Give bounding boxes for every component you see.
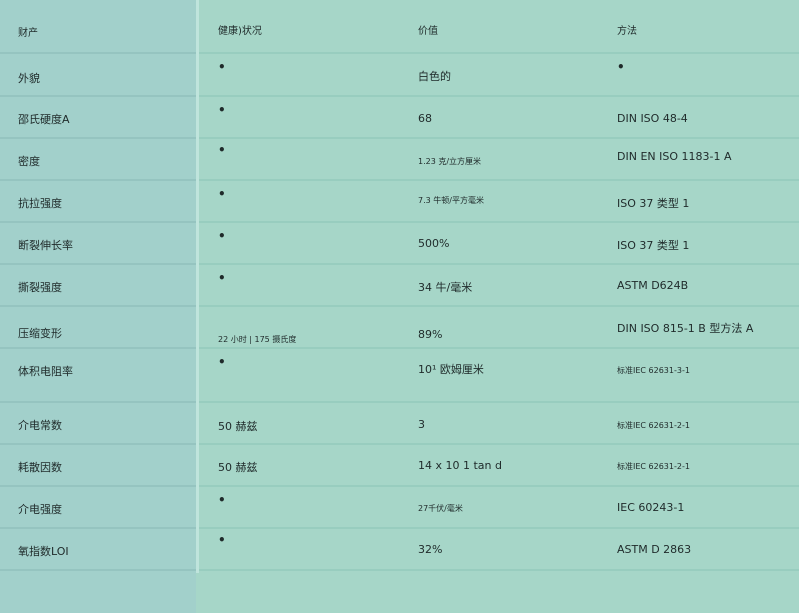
row-label: 断裂伸长率 — [18, 239, 73, 252]
table-row: 邵氏硬度A — [0, 97, 196, 139]
condition-cell: • — [218, 271, 226, 285]
row-label: 压缩变形 — [18, 327, 62, 340]
row-label: 抗拉强度 — [18, 197, 62, 210]
value-cell: 14 x 10 1 tan d — [418, 459, 502, 472]
property-column: 财产 外貌 邵氏硬度A 密度 抗拉强度 断裂伸长率 撕裂强度 压缩变形 体积电阻… — [0, 0, 196, 613]
header-method: 方法 — [617, 26, 637, 37]
condition-cell: • — [218, 103, 226, 117]
table-row: • 27千伏/毫米 IEC 60243-1 — [196, 487, 799, 529]
table-row: 22 小时 | 175 摄氏度 89% DIN ISO 815-1 B 型方法 … — [196, 307, 799, 349]
method-cell: DIN ISO 48-4 — [617, 112, 688, 125]
table-row: • 1.23 克/立方厘米 DIN EN ISO 1183-1 A — [196, 139, 799, 181]
row-label: 介电常数 — [18, 419, 62, 432]
condition-cell: 22 小时 | 175 摄氏度 — [218, 335, 297, 344]
value-cell: 10¹ 欧姆厘米 — [418, 363, 484, 376]
row-label: 耗散因数 — [18, 461, 62, 474]
condition-cell: 50 赫兹 — [218, 420, 258, 433]
table-row: • 10¹ 欧姆厘米 标准IEC 62631-3-1 — [196, 349, 799, 403]
method-cell: ASTM D 2863 — [617, 543, 692, 556]
table-row: • 32% ASTM D 2863 — [196, 529, 799, 571]
method-cell: 标准IEC 62631-2-1 — [617, 462, 690, 471]
header-condition: 健康)状况 — [218, 26, 262, 37]
condition-cell: • — [218, 60, 226, 74]
row-label: 密度 — [18, 155, 40, 168]
method-cell: DIN EN ISO 1183-1 A — [617, 150, 732, 163]
header-property: 财产 — [18, 28, 38, 39]
condition-cell: • — [218, 187, 226, 201]
method-cell: IEC 60243-1 — [617, 501, 685, 514]
method-cell: ISO 37 类型 1 — [617, 197, 690, 210]
method-cell: ISO 37 类型 1 — [617, 239, 690, 252]
value-cell: 3 — [418, 418, 425, 431]
table-row: 断裂伸长率 — [0, 223, 196, 265]
table-row: • 500% ISO 37 类型 1 — [196, 223, 799, 265]
condition-cell: • — [218, 229, 226, 243]
properties-table: 财产 外貌 邵氏硬度A 密度 抗拉强度 断裂伸长率 撕裂强度 压缩变形 体积电阻… — [0, 0, 799, 613]
condition-cell: • — [218, 143, 226, 157]
value-cell: 34 牛/毫米 — [418, 281, 473, 294]
row-label: 体积电阻率 — [18, 365, 73, 378]
column-separator — [196, 0, 199, 573]
table-row: • 68 DIN ISO 48-4 — [196, 97, 799, 139]
method-cell: 标准IEC 62631-2-1 — [617, 421, 690, 430]
table-row: • 34 牛/毫米 ASTM D624B — [196, 265, 799, 307]
table-row: • 白色的 • — [196, 54, 799, 97]
value-cell: 89% — [418, 328, 443, 341]
row-label: 邵氏硬度A — [18, 113, 70, 126]
method-cell: 标准IEC 62631-3-1 — [617, 366, 690, 375]
table-header-cell: 财产 — [0, 0, 196, 54]
value-cell: 32% — [418, 543, 443, 556]
table-row: 50 赫兹 14 x 10 1 tan d 标准IEC 62631-2-1 — [196, 445, 799, 487]
condition-cell: • — [218, 355, 226, 369]
table-row: 介电强度 — [0, 487, 196, 529]
condition-cell: • — [218, 533, 226, 547]
method-cell: ASTM D624B — [617, 279, 689, 292]
value-cell: 500% — [418, 237, 450, 250]
condition-cell: 50 赫兹 — [218, 461, 258, 474]
table-row: 50 赫兹 3 标准IEC 62631-2-1 — [196, 403, 799, 445]
method-cell: DIN ISO 815-1 B 型方法 A — [617, 322, 754, 335]
value-cell: 27千伏/毫米 — [418, 504, 463, 513]
table-row: 耗散因数 — [0, 445, 196, 487]
table-row: 抗拉强度 — [0, 181, 196, 223]
table-row: 体积电阻率 — [0, 349, 196, 403]
value-cell: 白色的 — [418, 70, 451, 83]
value-cell: 1.23 克/立方厘米 — [418, 157, 482, 166]
table-header-row: 健康)状况 价值 方法 — [196, 0, 799, 54]
table-row: 撕裂强度 — [0, 265, 196, 307]
value-cell: 68 — [418, 112, 432, 125]
table-row: • 7.3 牛顿/平方毫米 ISO 37 类型 1 — [196, 181, 799, 223]
header-value: 价值 — [418, 26, 438, 37]
table-row: 压缩变形 — [0, 307, 196, 349]
row-label: 氧指数LOI — [18, 545, 69, 558]
value-cell: 7.3 牛顿/平方毫米 — [418, 196, 484, 205]
row-label: 外貌 — [18, 72, 40, 85]
table-row: 密度 — [0, 139, 196, 181]
table-row: 氧指数LOI — [0, 529, 196, 571]
values-columns: 健康)状况 价值 方法 • 白色的 • • 68 DIN ISO 48-4 • … — [196, 0, 799, 613]
table-row: 介电常数 — [0, 403, 196, 445]
row-label: 介电强度 — [18, 503, 62, 516]
row-label: 撕裂强度 — [18, 281, 62, 294]
condition-cell: • — [218, 493, 226, 507]
table-row: 外貌 — [0, 54, 196, 97]
method-cell: • — [617, 60, 625, 74]
